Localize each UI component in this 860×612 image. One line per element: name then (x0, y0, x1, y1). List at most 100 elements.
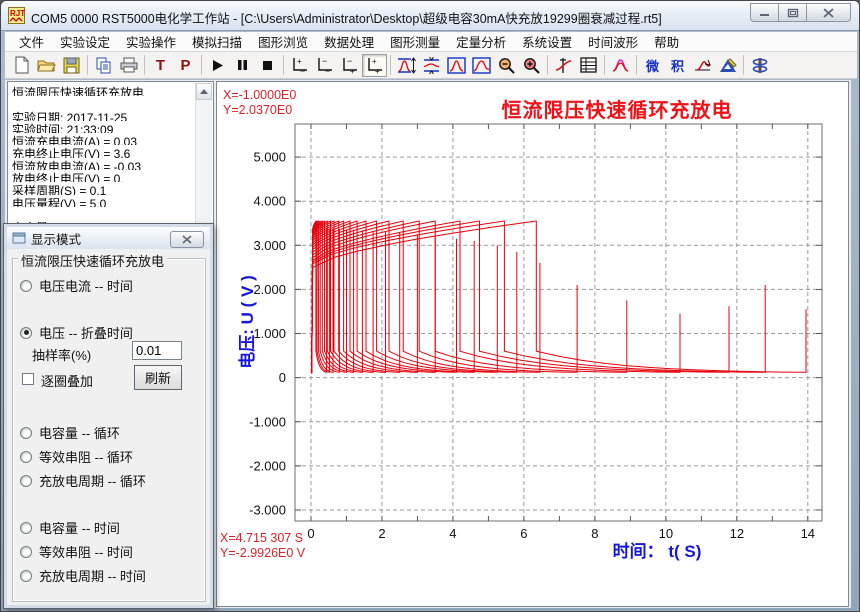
zoom-in-button[interactable] (519, 54, 544, 77)
axis-expand-both-button[interactable]: ++ (362, 54, 387, 77)
run-button[interactable] (205, 54, 230, 77)
new-file-button[interactable] (9, 54, 34, 77)
minimize-button[interactable] (750, 3, 779, 22)
y-tick-label: 1.000 (253, 326, 286, 341)
scroll-up-icon (200, 89, 208, 94)
y-tick-label: 0 (279, 370, 286, 385)
peak-window-icon (472, 57, 491, 74)
peak-window-1-button[interactable] (444, 54, 469, 77)
t-marker-button[interactable]: T (148, 54, 173, 77)
close-icon (823, 8, 834, 18)
menu-experiment-setup[interactable]: 实验设定 (52, 30, 118, 53)
radio-icon (20, 427, 32, 439)
copy-icon (96, 57, 112, 74)
stop-button[interactable] (255, 54, 280, 77)
plot-area[interactable] (295, 124, 822, 521)
toolbar-separator (87, 55, 88, 75)
menu-graph-measure[interactable]: 图形测量 (382, 30, 448, 53)
cursor-readout-y-bottom: Y=-2.9926E0 V (220, 546, 305, 560)
axis-expand-y-button[interactable]: −+ (337, 54, 362, 77)
dialog-close-icon (182, 235, 192, 244)
open-file-button[interactable] (34, 54, 59, 77)
option-esr-cycle[interactable]: 等效串阻 -- 循环 (20, 447, 133, 466)
chart-panel: X=-1.0000E0 Y=2.0370E0 恒流限压快速循环充放电 02468… (216, 81, 849, 607)
toolbar-separator (390, 55, 391, 75)
sample-rate-input[interactable] (132, 341, 182, 360)
integral-button[interactable]: 积 (665, 54, 690, 77)
autoscale-y-icon (397, 57, 416, 74)
option-capacity-cycle[interactable]: 电容量 -- 循环 (20, 423, 120, 442)
info-line: 采样周期(S) = 0.1 (12, 182, 193, 194)
menu-time-waveform[interactable]: 时间波形 (580, 30, 646, 53)
radio-icon (20, 522, 32, 534)
menu-system-settings[interactable]: 系统设置 (514, 30, 580, 53)
compress-y-button[interactable] (419, 54, 444, 77)
menu-data-processing[interactable]: 数据处理 (316, 30, 382, 53)
open-folder-icon (37, 57, 56, 73)
menu-analog-scan[interactable]: 模拟扫描 (184, 30, 250, 53)
svg-text:RJT: RJT (10, 9, 25, 18)
axis-minus-plus-icon: −+ (341, 56, 359, 74)
radio-icon (20, 475, 32, 487)
dialog-title: 显示模式 (31, 229, 81, 248)
refresh-button[interactable]: 刷新 (134, 365, 182, 390)
save-button[interactable] (59, 54, 84, 77)
copy-button[interactable] (91, 54, 116, 77)
svg-text:+: + (350, 67, 355, 74)
option-period-cycle[interactable]: 充放电周期 -- 循环 (20, 471, 146, 490)
print-button[interactable] (116, 54, 141, 77)
p-marker-button[interactable]: P (173, 54, 198, 77)
data-list-icon (580, 57, 597, 73)
svg-text:+: + (297, 57, 302, 66)
x-tick-label: 0 (307, 526, 314, 541)
derivative-button[interactable]: 微 (640, 54, 665, 77)
smooth-curve-button[interactable] (690, 54, 715, 77)
overlay-checkbox[interactable] (22, 373, 34, 385)
rotate-3d-button[interactable] (747, 54, 772, 77)
measure-tools-button[interactable] (715, 54, 740, 77)
x-axis-label: 时间： t( S) (457, 537, 857, 562)
x-tick-label: 4 (449, 526, 456, 541)
option-voltage-folded-time[interactable]: 电压 -- 折叠时间 (20, 323, 133, 342)
data-list-button[interactable] (576, 54, 601, 77)
option-period-time[interactable]: 充放电周期 -- 时间 (20, 566, 146, 585)
close-button[interactable] (806, 3, 851, 22)
dialog-title-bar[interactable]: 显示模式 (7, 227, 210, 249)
restore-button[interactable] (778, 3, 807, 22)
menu-help[interactable]: 帮助 (646, 30, 687, 53)
info-line: 放电终止电压(V) = 0. (12, 170, 193, 182)
menu-graph-browse[interactable]: 图形浏览 (250, 30, 316, 53)
pause-button[interactable] (230, 54, 255, 77)
axis-expand-x-button[interactable]: +− (287, 54, 312, 77)
title-bar[interactable]: RJT COM5 0000 RST5000电化学工作站 - [C:\Users\… (1, 1, 860, 31)
autoscale-y-button[interactable] (394, 54, 419, 77)
zoom-out-button[interactable] (494, 54, 519, 77)
y-tick-label: 2.000 (253, 282, 286, 297)
option-capacity-time[interactable]: 电容量 -- 时间 (20, 518, 120, 537)
menu-file[interactable]: 文件 (11, 30, 52, 53)
menu-quantitative-analysis[interactable]: 定量分析 (448, 30, 514, 53)
print-icon (120, 57, 138, 73)
small-peak-icon (694, 57, 712, 73)
svg-text:−: − (322, 56, 327, 66)
overlay-curves-button[interactable] (608, 54, 633, 77)
option-esr-time[interactable]: 等效串阻 -- 时间 (20, 542, 133, 561)
axis-shrink-x-button[interactable]: −− (312, 54, 337, 77)
cursor-measure-button[interactable] (551, 54, 576, 77)
scrollbar-up-button[interactable] (196, 83, 212, 100)
axis-plus-minus-icon: +− (291, 56, 309, 74)
new-file-icon (14, 56, 30, 74)
y-tick-label: 4.000 (253, 194, 286, 209)
radio-icon (20, 280, 32, 292)
toolbar-separator (144, 55, 145, 75)
menu-experiment-operation[interactable]: 实验操作 (118, 30, 184, 53)
info-line (12, 207, 193, 219)
toolbar-separator (743, 55, 744, 75)
option-voltage-current-time[interactable]: 电压电流 -- 时间 (20, 276, 133, 295)
dialog-close-button[interactable] (170, 231, 204, 248)
radio-icon (20, 451, 32, 463)
info-line (12, 96, 193, 108)
peak-window-2-button[interactable] (469, 54, 494, 77)
y-tick-label: -2.000 (249, 458, 286, 473)
radio-selected-icon (20, 327, 32, 339)
